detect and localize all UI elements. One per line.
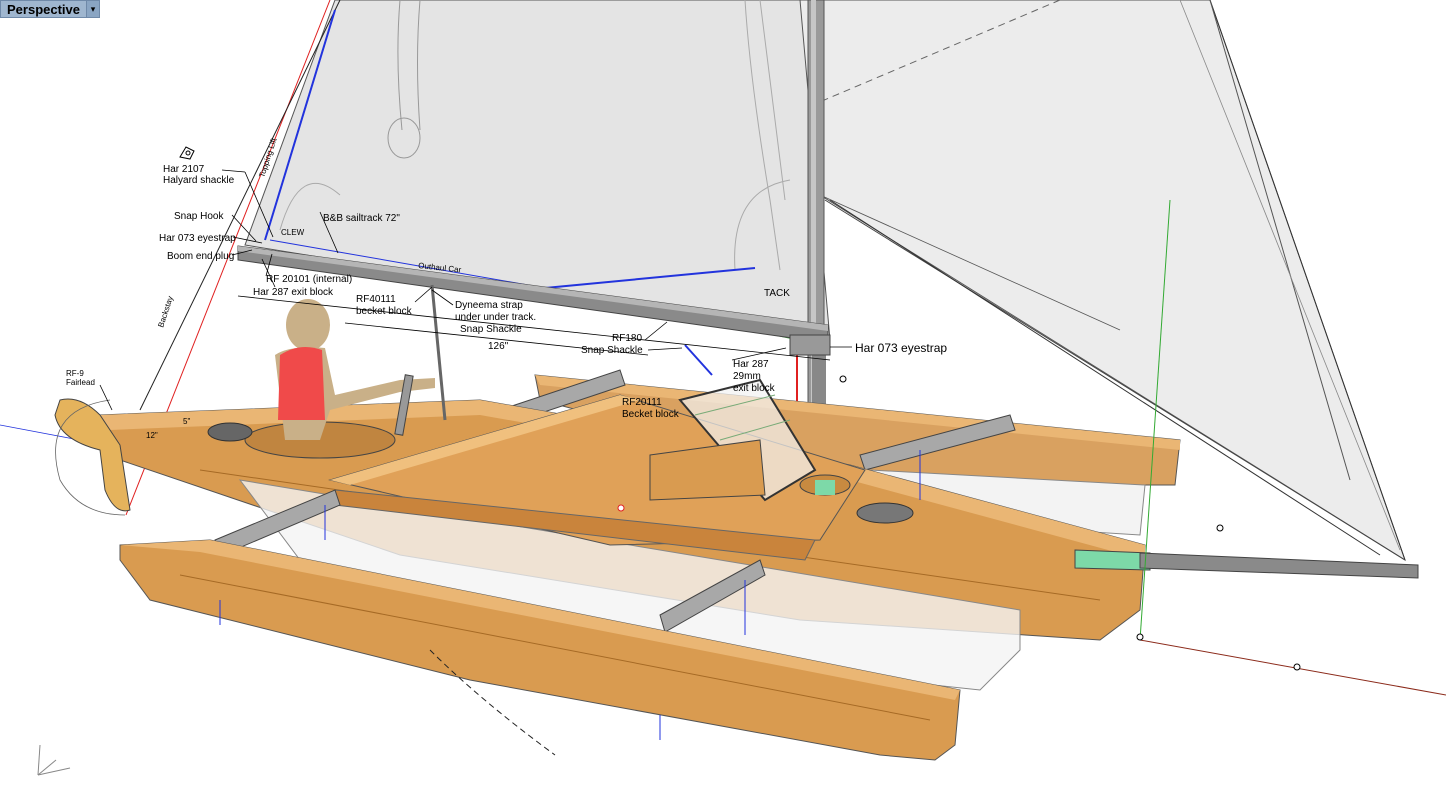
yacht-model-drawing: Har 2107 Halyard shackle Topping Lift Sn…	[0, 0, 1446, 776]
label-rf40111: RF40111	[356, 294, 396, 305]
label-becket-block: becket block	[356, 306, 413, 317]
label-rf20101: RF 20101 (internal)	[266, 274, 352, 285]
label-dyneema-2: under under track.	[455, 312, 536, 323]
label-dim-126: 126"	[488, 341, 509, 352]
label-rf20111-1: RF20111	[622, 397, 662, 408]
label-har287-1: Har 287	[733, 359, 769, 370]
label-rf9-2: Fairlead	[66, 378, 95, 387]
perspective-viewport[interactable]: Har 2107 Halyard shackle Topping Lift Sn…	[0, 0, 1446, 808]
triangle-down-icon[interactable]: ▾	[86, 0, 100, 18]
viewport-tab[interactable]: Perspective ▾	[0, 0, 100, 18]
label-bb-sailtrack: B&B sailtrack 72"	[323, 213, 400, 224]
label-har073-left: Har 073 eyestrap	[159, 233, 236, 244]
label-dim-5: 5"	[183, 417, 190, 426]
label-halyard-shackle: Halyard shackle	[163, 175, 235, 186]
label-har287-3: exit block	[733, 383, 776, 394]
label-dyneema-1: Dyneema strap	[455, 300, 523, 311]
label-rf20111-2: Becket block	[622, 409, 680, 420]
label-tack: TACK	[764, 288, 790, 299]
label-snap-shackle-b: Snap Shackle	[581, 345, 643, 356]
label-clew: CLEW	[281, 228, 305, 237]
label-har287-exit: Har 287 exit block	[253, 287, 334, 298]
viewport-title[interactable]: Perspective	[0, 0, 86, 18]
label-rf9-1: RF-9	[66, 369, 84, 378]
label-snap-shackle-a: Snap Shackle	[460, 324, 522, 335]
halyard-shackle-icon	[179, 146, 195, 160]
label-rf180: RF180	[612, 333, 642, 344]
label-har287-2: 29mm	[733, 371, 761, 382]
label-dim-12: 12"	[146, 431, 158, 440]
axis-gizmo-icon	[37, 744, 71, 776]
label-boom-end-plug: Boom end plug	[167, 251, 234, 262]
label-snap-hook: Snap Hook	[174, 211, 224, 222]
label-backstay: Backstay	[156, 295, 175, 329]
label-har2107: Har 2107	[163, 164, 205, 175]
label-har073-right: Har 073 eyestrap	[855, 341, 947, 355]
bowsprit	[1139, 552, 1419, 579]
